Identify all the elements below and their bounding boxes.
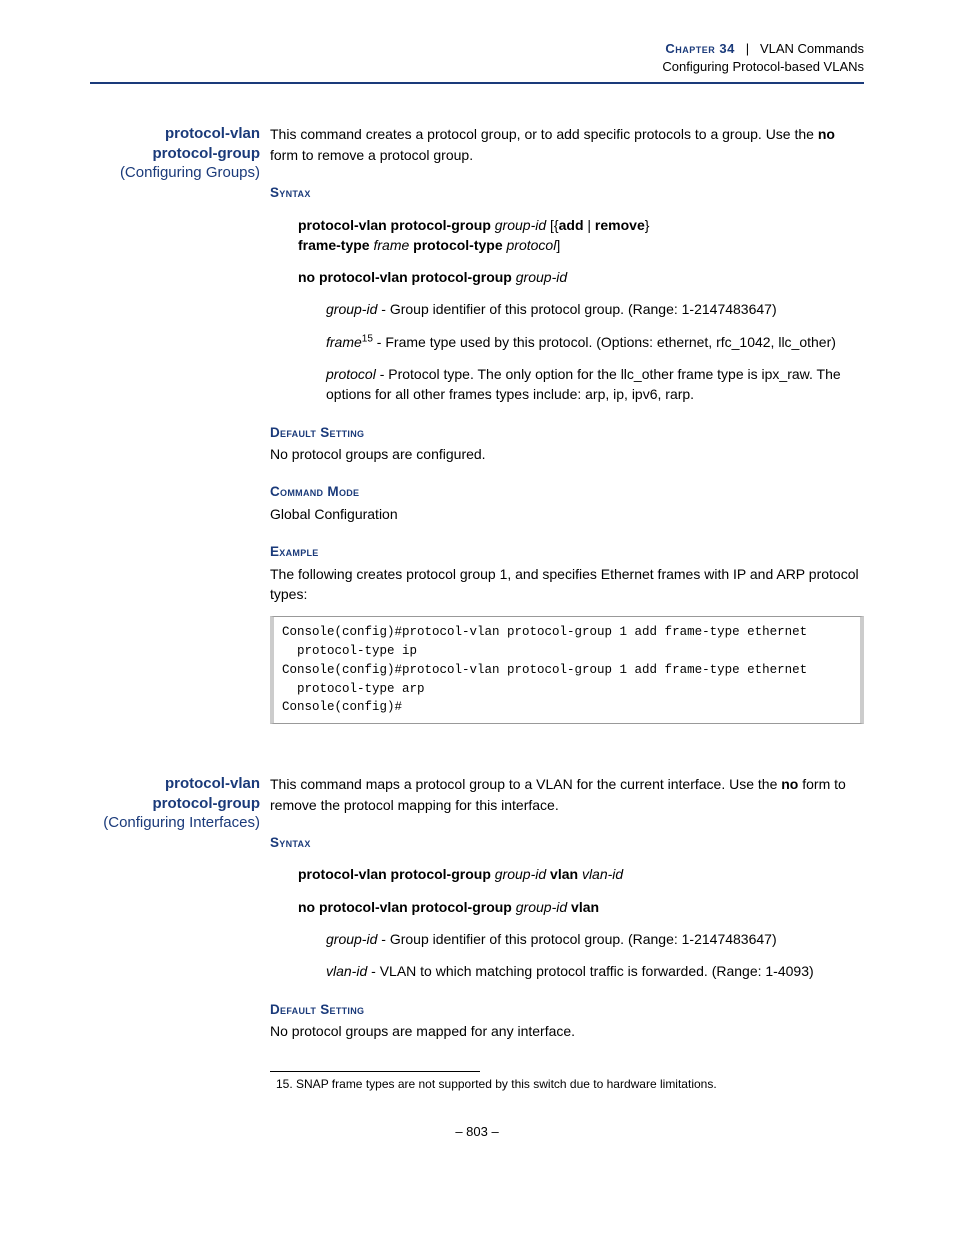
command-name-2: protocol-group xyxy=(90,144,260,164)
intro-text: This command creates a protocol group, o… xyxy=(270,124,864,165)
syntax-heading: Syntax xyxy=(270,183,864,203)
param-item: protocol - Protocol type. The only optio… xyxy=(326,364,864,405)
command-entry: protocol-vlan protocol-group (Configurin… xyxy=(90,774,864,1094)
param-item: frame15 - Frame type used by this protoc… xyxy=(326,332,864,352)
chapter-subtitle: Configuring Protocol-based VLANs xyxy=(90,58,864,76)
syntax-line: no protocol-vlan protocol-group group-id xyxy=(298,267,864,287)
command-context: (Configuring Interfaces) xyxy=(90,813,260,833)
param-block: group-id - Group identifier of this prot… xyxy=(326,299,864,404)
page-container: Chapter 34 | VLAN Commands Configuring P… xyxy=(0,0,954,1169)
param-item: group-id - Group identifier of this prot… xyxy=(326,929,864,949)
mode-heading: Command Mode xyxy=(270,482,864,502)
chapter-title: VLAN Commands xyxy=(760,41,864,56)
param-item: vlan-id - VLAN to which matching protoco… xyxy=(326,961,864,981)
header-rule xyxy=(90,82,864,84)
example-text: The following creates protocol group 1, … xyxy=(270,564,864,605)
command-name-1: protocol-vlan xyxy=(90,774,260,794)
default-text: No protocol groups are mapped for any in… xyxy=(270,1021,864,1041)
default-text: No protocol groups are configured. xyxy=(270,444,864,464)
syntax-block: protocol-vlan protocol-group group-id vl… xyxy=(298,864,864,917)
footnote-text: 15. SNAP frame types are not supported b… xyxy=(276,1076,864,1093)
code-example: Console(config)#protocol-vlan protocol-g… xyxy=(270,616,864,724)
syntax-line: protocol-vlan protocol-group group-id [{… xyxy=(298,215,864,256)
command-name-2: protocol-group xyxy=(90,794,260,814)
command-label: protocol-vlan protocol-group (Configurin… xyxy=(90,774,270,1094)
footnote-rule xyxy=(270,1071,480,1072)
chapter-number: Chapter 34 xyxy=(665,41,734,56)
syntax-block: protocol-vlan protocol-group group-id [{… xyxy=(298,215,864,288)
page-header: Chapter 34 | VLAN Commands Configuring P… xyxy=(90,40,864,76)
command-name-1: protocol-vlan xyxy=(90,124,260,144)
header-separator: | xyxy=(739,41,757,56)
command-label: protocol-vlan protocol-group (Configurin… xyxy=(90,124,270,744)
command-content: This command maps a protocol group to a … xyxy=(270,774,864,1094)
param-block: group-id - Group identifier of this prot… xyxy=(326,929,864,982)
intro-text: This command maps a protocol group to a … xyxy=(270,774,864,815)
command-content: This command creates a protocol group, o… xyxy=(270,124,864,744)
syntax-line: no protocol-vlan protocol-group group-id… xyxy=(298,897,864,917)
page-number: – 803 – xyxy=(90,1124,864,1139)
command-entry: protocol-vlan protocol-group (Configurin… xyxy=(90,124,864,744)
default-heading: Default Setting xyxy=(270,1000,864,1020)
command-context: (Configuring Groups) xyxy=(90,163,260,183)
example-heading: Example xyxy=(270,542,864,562)
param-item: group-id - Group identifier of this prot… xyxy=(326,299,864,319)
syntax-line: protocol-vlan protocol-group group-id vl… xyxy=(298,864,864,884)
mode-text: Global Configuration xyxy=(270,504,864,524)
syntax-heading: Syntax xyxy=(270,833,864,853)
default-heading: Default Setting xyxy=(270,423,864,443)
